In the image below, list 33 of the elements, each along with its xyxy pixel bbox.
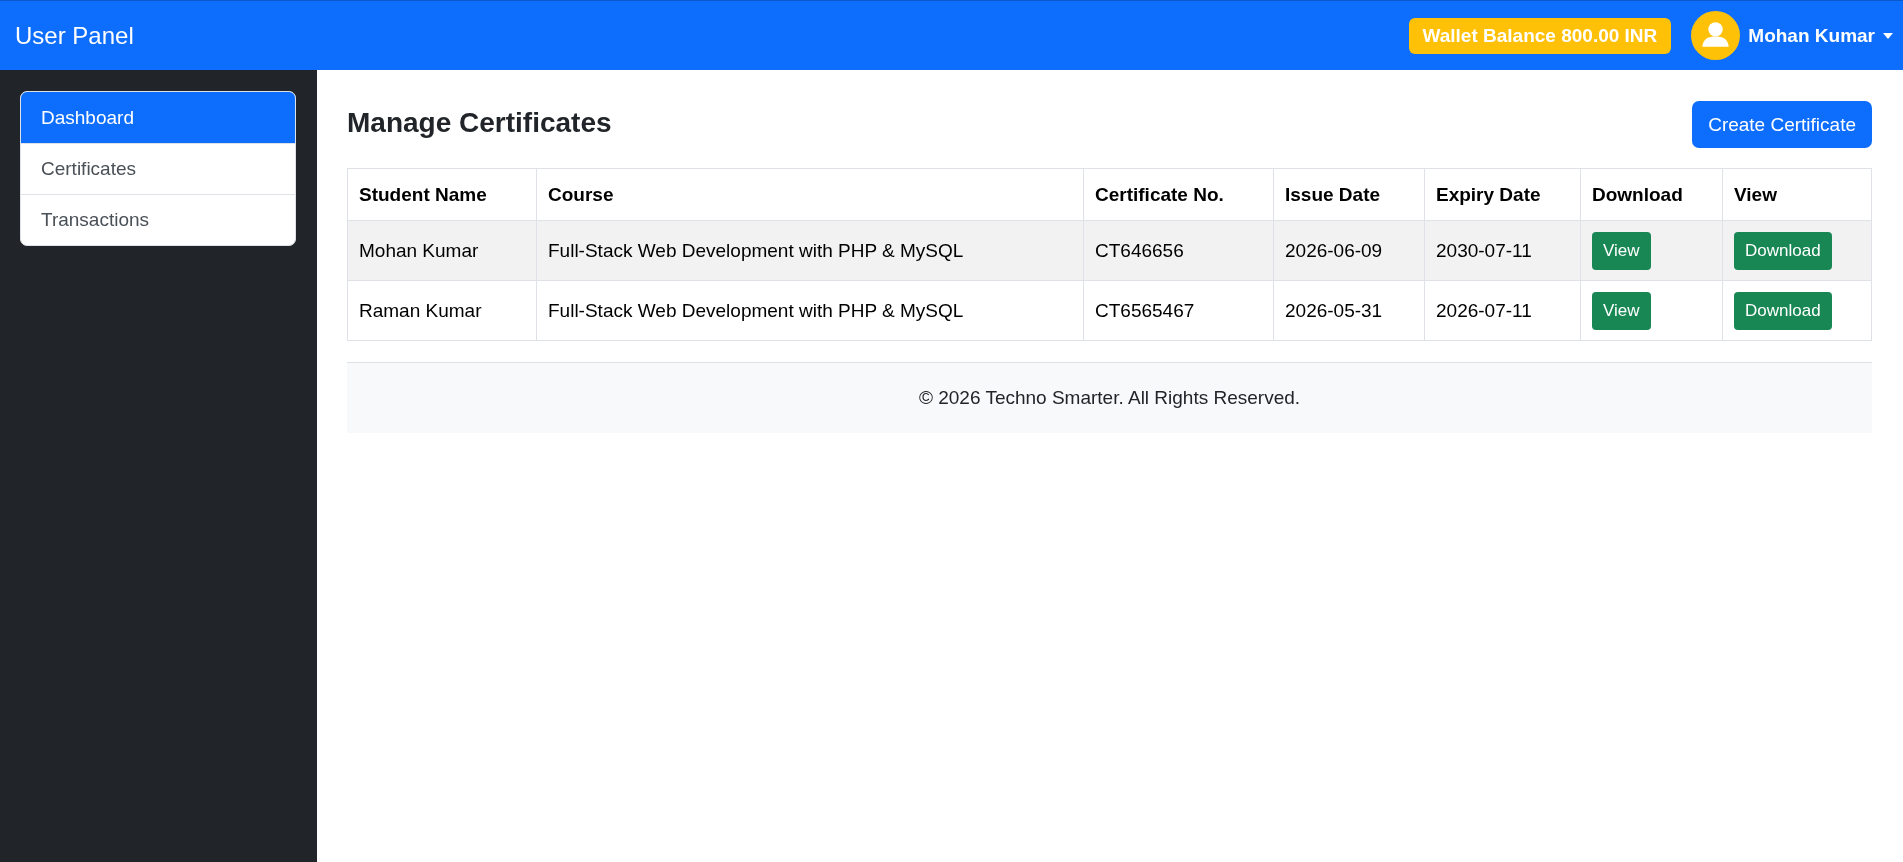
table-cell: 2026-07-11	[1424, 280, 1581, 341]
action-button[interactable]: View	[1592, 291, 1651, 330]
copyright-text: © 2026 Techno Smarter. All Rights Reserved.	[918, 387, 1301, 409]
column-header: Course	[536, 168, 1084, 221]
page-title: Manage Certificates	[347, 107, 612, 139]
sidebar-item[interactable]: Transactions	[21, 194, 295, 245]
brand-link[interactable]: User Panel	[15, 21, 134, 50]
wallet-balance-badge: Wallet Balance 800.00 INR	[1408, 17, 1672, 54]
table-cell: CT646656	[1083, 220, 1274, 281]
table-cell: Full-Stack Web Development with PHP & MySQL	[536, 220, 1084, 281]
avatar-icon	[1691, 11, 1741, 60]
table-cell: Full-Stack Web Development with PHP & MySQL	[536, 280, 1084, 341]
caret-icon	[1883, 32, 1893, 39]
table-cell: CT6565467	[1083, 280, 1274, 341]
sidebar-item[interactable]: Certificates	[21, 143, 295, 194]
column-header: Student Name	[347, 168, 537, 221]
action-button[interactable]: View	[1592, 231, 1651, 270]
column-header: Expiry Date	[1424, 168, 1581, 221]
column-header: Download	[1580, 168, 1723, 221]
column-header: Issue Date	[1273, 168, 1425, 221]
create-certificate-button[interactable]: Create Certificate	[1692, 101, 1872, 148]
user-name: Mohan Kumar	[1748, 24, 1875, 47]
column-header: View	[1722, 168, 1872, 221]
user-menu-button[interactable]: Mohan Kumar	[1691, 11, 1893, 60]
action-button[interactable]: Download	[1734, 291, 1832, 330]
action-button[interactable]: Download	[1734, 231, 1832, 270]
column-header: Certificate No.	[1083, 168, 1274, 221]
table-cell: 2026-06-09	[1273, 220, 1425, 281]
sidebar-item[interactable]: Dashboard	[21, 92, 295, 143]
table-cell: 2026-05-31	[1273, 280, 1425, 341]
table-cell: Raman Kumar	[347, 280, 537, 341]
table-cell: 2030-07-11	[1424, 220, 1581, 281]
table-cell: Mohan Kumar	[347, 220, 537, 281]
